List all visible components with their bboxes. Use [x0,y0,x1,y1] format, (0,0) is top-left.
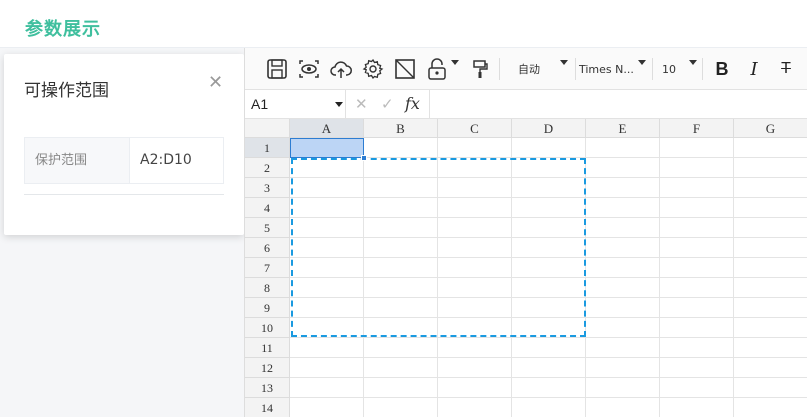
row-header-4[interactable]: 4 [245,198,290,218]
active-cell-a1[interactable] [290,138,364,158]
upload-icon[interactable] [328,56,354,82]
zoom-label: 自动 [518,63,540,76]
font-family-dropdown-caret[interactable] [638,60,646,65]
row-header-6[interactable]: 6 [245,238,290,258]
preview-icon[interactable] [296,56,322,82]
formula-bar: A1 ✕ ✓ fx [245,90,807,119]
column-header-f[interactable]: F [660,119,734,138]
protect-range-label: 保护范围 [25,138,130,183]
font-family-select[interactable]: Times N... [579,56,637,82]
grid-row-line [290,377,807,378]
row-header-3[interactable]: 3 [245,178,290,198]
select-all-corner[interactable] [245,119,290,138]
format-painter-icon[interactable] [469,56,491,82]
lock-icon[interactable] [424,56,450,82]
toolbar-separator [499,58,500,80]
row-header-1[interactable]: 1 [245,138,290,158]
toolbar-separator [652,58,653,80]
row-header-9[interactable]: 9 [245,298,290,318]
operable-range-panel: 可操作范围 ✕ 保护范围 A2:D10 [4,54,244,235]
settings-icon[interactable] [360,56,386,82]
spreadsheet: 自动 Times N... 10 B I T A1 ✕ ✓ fx A B C D… [244,48,807,417]
font-family-label: Times N... [579,62,634,76]
row-header-14[interactable]: 14 [245,398,290,417]
app-header: 参数展示 [0,0,807,48]
bold-button[interactable]: B [711,56,733,82]
bold-label: B [715,58,729,79]
row-header-12[interactable]: 12 [245,358,290,378]
cell-reference-caret[interactable] [335,102,343,107]
panel-title: 可操作范围 [24,81,109,101]
panel-divider [24,194,224,195]
toolbar-separator [575,58,576,80]
lock-dropdown-caret[interactable] [451,60,459,65]
column-header-g[interactable]: G [734,119,807,138]
row-header-5[interactable]: 5 [245,218,290,238]
font-size-label: 10 [662,62,676,76]
save-icon[interactable] [264,56,290,82]
protected-range-outline [291,158,586,337]
strikethrough-label: T [781,60,791,77]
font-size-dropdown-caret[interactable] [689,60,697,65]
cell-grid[interactable]: A B C D E F G 1 2 3 4 5 6 7 8 9 10 11 12 13 14 [245,119,807,417]
italic-label: I [750,58,758,80]
cell-reference[interactable]: A1 [251,96,268,112]
grid-row-line [290,397,807,398]
confirm-icon[interactable]: ✓ [381,95,394,113]
strikethrough-button[interactable]: T [775,56,797,82]
italic-button[interactable]: I [743,56,765,82]
row-header-7[interactable]: 7 [245,258,290,278]
fill-handle[interactable] [361,155,367,161]
grid-row-line [290,357,807,358]
protect-range-value[interactable]: A2:D10 [130,138,223,183]
row-header-2[interactable]: 2 [245,158,290,178]
column-header-d[interactable]: D [512,119,586,138]
zoom-select[interactable]: 自动 [511,56,547,82]
close-icon[interactable]: ✕ [208,72,223,93]
formula-separator [429,90,430,119]
column-header-a[interactable]: A [290,119,364,138]
row-header-11[interactable]: 11 [245,338,290,358]
cancel-icon[interactable]: ✕ [355,95,368,113]
protect-range-row[interactable]: 保护范围 A2:D10 [24,137,224,184]
column-header-e[interactable]: E [586,119,660,138]
toolbar-separator [702,58,703,80]
page-title: 参数展示 [25,19,101,40]
row-header-8[interactable]: 8 [245,278,290,298]
zoom-dropdown-caret[interactable] [560,60,568,65]
row-header-13[interactable]: 13 [245,378,290,398]
column-header-c[interactable]: C [438,119,512,138]
row-header-10[interactable]: 10 [245,318,290,338]
toolbar: 自动 Times N... 10 B I T [245,48,807,90]
fx-icon[interactable]: fx [405,94,420,113]
font-size-select[interactable]: 10 [659,56,679,82]
column-header-b[interactable]: B [364,119,438,138]
border-icon[interactable] [392,56,418,82]
formula-separator [345,90,346,119]
grid-row-line [290,337,807,338]
